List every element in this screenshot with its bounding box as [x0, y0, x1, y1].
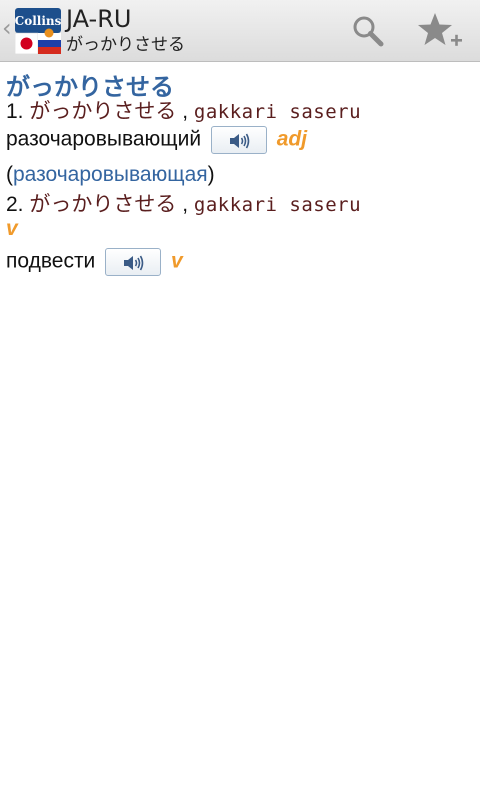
action-bar: ‹ Collins JA-RU がっかりさせる: [0, 0, 480, 62]
speaker-icon: [229, 133, 250, 149]
translation: подвести: [6, 249, 96, 273]
separator: ,: [182, 100, 189, 123]
collins-flags-logo: Collins: [15, 8, 61, 54]
search-icon: [353, 16, 384, 47]
part-of-speech: adj: [276, 127, 308, 151]
sense-romaji: gakkari saseru: [193, 194, 362, 216]
translation: разочаровывающий: [6, 127, 202, 151]
pronunciation-button[interactable]: [105, 248, 162, 276]
sense-number: 2.: [6, 193, 24, 216]
paren-close: ): [207, 163, 215, 186]
sense-japanese: がっかりさせる: [29, 192, 177, 216]
sense-2-pos-line: v: [6, 217, 18, 241]
search-button[interactable]: [344, 6, 392, 56]
speaker-icon: [124, 255, 144, 271]
sense-1-translation-line: разочаровывающий adj: [6, 126, 307, 154]
part-of-speech: v: [6, 217, 18, 240]
current-word-subtitle: がっかりさせる: [66, 35, 185, 55]
chevron-left-icon[interactable]: ‹: [2, 14, 16, 42]
add-favorite-button[interactable]: [416, 6, 464, 56]
paren-open: (: [6, 163, 13, 186]
language-pair-title: JA-RU: [66, 5, 132, 33]
sense-2-translation-line: подвести v: [6, 248, 183, 276]
sense-1-note: (разочаровывающая): [6, 163, 215, 187]
sense-number: 1.: [6, 100, 24, 123]
star-plus-icon: [418, 13, 462, 46]
separator: ,: [182, 193, 189, 216]
sense-romaji: gakkari saseru: [193, 101, 362, 123]
sense-japanese: がっかりさせる: [29, 99, 177, 123]
svg-text:Collins: Collins: [15, 14, 61, 28]
sense-1-header: 1. がっかりさせる , gakkari saseru: [6, 95, 361, 125]
feminine-form-link[interactable]: разочаровывающая: [13, 163, 208, 186]
pronunciation-button[interactable]: [210, 126, 267, 154]
part-of-speech: v: [170, 249, 183, 273]
sense-2-header: 2. がっかりさせる , gakkari saseru: [6, 188, 361, 218]
app-logo[interactable]: Collins: [15, 8, 61, 54]
